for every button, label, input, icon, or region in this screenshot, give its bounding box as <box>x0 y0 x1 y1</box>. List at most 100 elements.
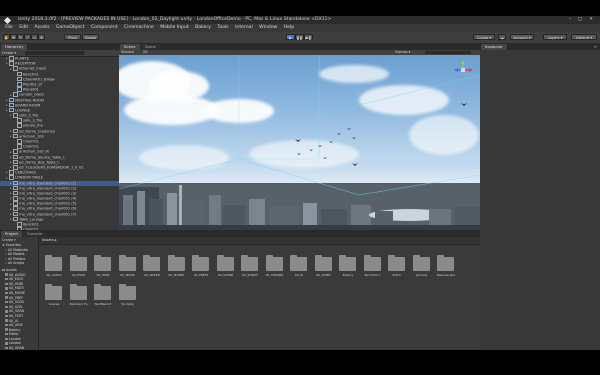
asset-folder[interactable]: 00_HDRI <box>94 255 112 277</box>
2d-toggle[interactable]: 2D <box>143 50 148 54</box>
folder-icon <box>118 284 136 300</box>
favorite-item[interactable]: ⌕All Scripts <box>0 261 38 266</box>
step-button[interactable]: ▶❚ <box>304 34 313 40</box>
favorite-label: All Scripts <box>7 261 25 266</box>
orientation-gizmo[interactable] <box>452 59 474 81</box>
hierarchy-item-label: pillows_fire <box>23 123 44 128</box>
folder-icon <box>69 255 87 271</box>
asset-folder[interactable]: 00_ESCE <box>69 255 88 277</box>
asset-folder[interactable]: 00_MODEL <box>167 255 186 277</box>
hierarchy-search-input[interactable] <box>25 51 86 55</box>
asset-folder[interactable]: Editor <box>388 255 406 277</box>
menu-item-cinemachine[interactable]: Cinemachine <box>121 24 157 32</box>
asset-folder-label: 00_WATER <box>144 273 160 277</box>
asset-folder-label: [Scripts] <box>121 302 134 306</box>
asset-folder-label: 00_SCENE <box>217 273 234 277</box>
asset-tree-label: 00_VIDE <box>9 323 23 328</box>
play-button[interactable]: ▶ <box>286 34 295 40</box>
menu-item-help[interactable]: Help <box>280 24 297 32</box>
menu-item-internal[interactable]: Internal <box>232 24 256 32</box>
global-toggle[interactable]: Global <box>82 34 99 40</box>
panel-menu-icon[interactable]: ≡ <box>594 44 597 49</box>
search-icon: ⌕ <box>5 256 7 261</box>
folder-icon <box>5 300 8 304</box>
tab-inspector[interactable]: Inspector <box>481 44 507 50</box>
asset-folder[interactable]: TextMesh P <box>94 284 112 306</box>
gameobject-icon <box>9 107 14 113</box>
folder-icon <box>94 284 111 300</box>
menu-item-edit[interactable]: Edit <box>16 24 31 32</box>
hand-tool-icon[interactable]: ✋ <box>3 34 10 40</box>
layers-dropdown[interactable]: Layers ▾ <box>543 34 567 40</box>
menu-item-mobile-input[interactable]: Mobile Input <box>157 24 192 32</box>
gameobject-icon <box>13 164 18 170</box>
menu-item-component[interactable]: Component <box>88 24 121 32</box>
asset-folder[interactable]: 00_SHADER <box>265 255 284 277</box>
hierarchy-item-label: ethernet_mesh <box>19 66 47 71</box>
asset-folder[interactable]: 00_UI <box>290 255 308 277</box>
asset-folder[interactable]: Bird Paid L <box>363 255 382 277</box>
asset-folder[interactable]: 00_SCRIPT <box>241 255 259 277</box>
scene-search-input[interactable] <box>425 50 471 55</box>
asset-folder[interactable]: [Scripts] <box>118 284 137 306</box>
asset-folder[interactable]: 00_AUDIO <box>45 255 63 277</box>
asset-folder-label: 00_VIDEO <box>316 273 331 277</box>
asset-folder-label: Editor <box>392 273 402 277</box>
asset-folder[interactable]: KeenaGraph <box>437 255 455 277</box>
asset-folder[interactable]: 00_SCENE <box>216 255 235 277</box>
gameobject-icon <box>13 128 18 134</box>
cloud-icon[interactable]: ☁ <box>498 34 506 40</box>
folder-icon <box>167 255 185 271</box>
asset-folder-label: Standard Fa <box>69 302 88 306</box>
hierarchy-item-label: sofa_3_fire <box>19 113 39 118</box>
hierarchy-item-label: ed_TLILGGERS_EGMSRDOW_1_0_01 <box>19 165 84 170</box>
asset-folder[interactable]: 00_WATER <box>143 255 161 277</box>
hierarchy-tabbar: Hierarchy <box>0 43 119 50</box>
folder-icon <box>192 255 209 271</box>
asset-folder-label: 00_SHADER <box>265 273 284 277</box>
asset-folder[interactable]: 00_PREFA <box>192 255 210 277</box>
hierarchy-item-label: London_Glass <box>19 92 44 97</box>
hierarchy-item-label: ma_vitra_standard_chair001 (1) <box>19 180 77 185</box>
maximize-icon[interactable]: □ <box>576 16 584 24</box>
asset-folder[interactable]: Bakery <box>339 255 357 277</box>
pivot-toggle[interactable]: Pivot <box>64 34 81 40</box>
hierarchy-item-label: ma_vitra_standard_chair001 (2) <box>19 185 77 190</box>
create-dropdown[interactable]: Create ▾ <box>2 51 16 55</box>
folder-icon <box>437 255 454 271</box>
transform-tool-icon[interactable]: ⊕ <box>38 34 45 40</box>
hierarchy-item-label: ma_vitra_standard_chair001 (7) <box>19 211 77 216</box>
menu-item-tools[interactable]: Tools <box>214 24 232 32</box>
menu-item-file[interactable]: File <box>2 24 16 32</box>
menu-item-assets[interactable]: Assets <box>31 24 52 32</box>
menu-item-window[interactable]: Window <box>256 24 281 32</box>
menu-item-bakery[interactable]: Bakery <box>192 24 214 32</box>
pause-button[interactable]: ❚❚ <box>295 34 304 40</box>
menu-item-gameobject[interactable]: GameObject <box>53 24 88 32</box>
collab-dropdown[interactable]: Collab ▾ <box>473 34 495 40</box>
asset-tree-label: 00_PREF <box>9 295 24 300</box>
asset-folder[interactable]: Scenes <box>45 284 63 306</box>
folder-icon <box>412 255 430 271</box>
account-dropdown[interactable]: Account ▾ <box>510 34 534 40</box>
close-icon[interactable]: ✕ <box>587 16 595 24</box>
move-tool-icon[interactable]: ✥ <box>10 34 17 40</box>
scale-tool-icon[interactable]: ⤢ <box>24 34 31 40</box>
shading-mode-dropdown[interactable]: Shaded <box>121 50 134 54</box>
hierarchy-list: ▸ PLANTS ▸ RECEPTION ▸ ethernet_mesh Bench01 Ch… <box>0 56 119 230</box>
layout-dropdown[interactable]: Default ▾ <box>571 34 597 40</box>
asset-folder[interactable]: 00_VIDEO <box>314 255 333 277</box>
rect-tool-icon[interactable]: ▭ <box>31 34 38 40</box>
rotate-tool-icon[interactable]: ↻ <box>17 34 24 40</box>
asset-folder[interactable]: Gizmos <box>412 255 431 277</box>
asset-folder[interactable]: 00_MODE <box>118 255 137 277</box>
gameobject-icon <box>13 190 18 196</box>
minimize-icon[interactable]: – <box>566 16 574 24</box>
asset-folder[interactable]: Standard Fa <box>69 284 88 306</box>
breadcrumb[interactable]: Assets ▸ <box>39 237 480 245</box>
scene-viewport[interactable] <box>119 55 480 237</box>
gameobject-icon <box>13 216 18 222</box>
asset-folder-label: TextMesh P <box>94 302 112 306</box>
asset-tree-item[interactable]: 00_GRAB <box>0 346 38 350</box>
asset-tree-label: 00_SHAD <box>9 309 25 314</box>
